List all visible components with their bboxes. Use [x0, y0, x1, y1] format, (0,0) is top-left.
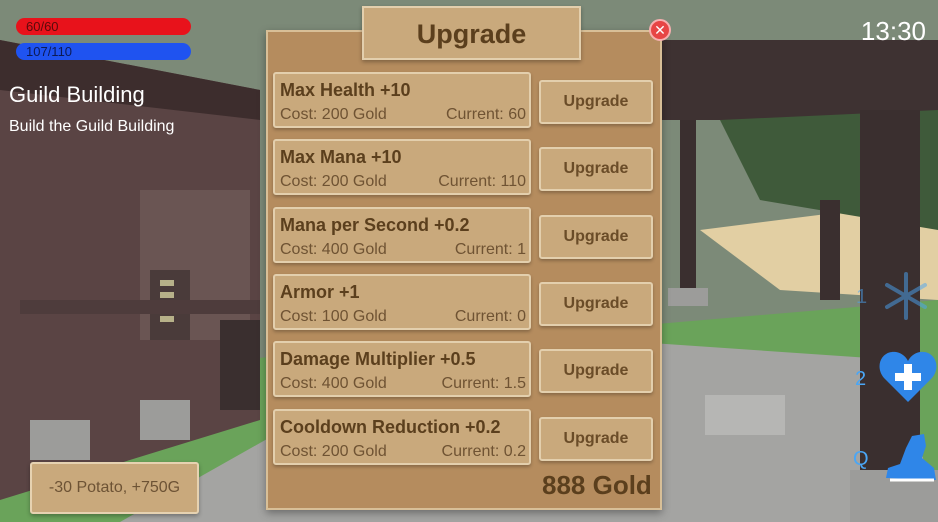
upgrade-current: Current: 1 — [454, 241, 526, 258]
upgrade-button-armor[interactable]: Upgrade — [539, 282, 653, 326]
upgrade-button-cooldown-reduction[interactable]: Upgrade — [539, 417, 653, 461]
upgrade-card: Damage Multiplier +0.5 Cost: 400 Gold Cu… — [273, 341, 531, 397]
upgrade-current: Current: 0.2 — [441, 443, 526, 460]
upgrade-button-mana-per-second[interactable]: Upgrade — [539, 215, 653, 259]
game-clock: 13:30 — [860, 16, 926, 46]
upgrade-cost: Cost: 400 Gold — [280, 375, 387, 392]
upgrade-current: Current: 1.5 — [441, 375, 526, 392]
upgrade-name: Max Health +10 — [280, 80, 411, 100]
heal-heart-icon[interactable] — [878, 348, 938, 406]
upgrade-card: Armor +1 Cost: 100 Gold Current: 0 — [273, 274, 531, 330]
snowflake-icon[interactable] — [880, 270, 932, 322]
upgrade-row-cooldown-reduction: Cooldown Reduction +0.2 Cost: 200 Gold C… — [273, 409, 658, 467]
upgrade-row-armor: Armor +1 Cost: 100 Gold Current: 0 Upgra… — [273, 274, 658, 332]
upgrade-name: Armor +1 — [280, 282, 360, 302]
upgrade-name: Damage Multiplier +0.5 — [280, 349, 476, 369]
upgrade-button-max-mana[interactable]: Upgrade — [539, 147, 653, 191]
upgrade-row-damage-multiplier: Damage Multiplier +0.5 Cost: 400 Gold Cu… — [273, 341, 658, 399]
upgrade-card: Cooldown Reduction +0.2 Cost: 200 Gold C… — [273, 409, 531, 465]
upgrade-cost: Cost: 200 Gold — [280, 443, 387, 460]
upgrade-current: Current: 0 — [454, 308, 526, 325]
upgrade-card: Max Health +10 Cost: 200 Gold Current: 6… — [273, 72, 531, 128]
upgrade-row-max-health: Max Health +10 Cost: 200 Gold Current: 6… — [273, 72, 658, 130]
upgrade-cost: Cost: 200 Gold — [280, 106, 387, 123]
quest-title: Guild Building — [9, 82, 145, 107]
upgrade-card: Max Mana +10 Cost: 200 Gold Current: 110 — [273, 139, 531, 195]
mana-text: 107/110 — [26, 44, 73, 59]
upgrade-button-damage-multiplier[interactable]: Upgrade — [539, 349, 653, 393]
upgrade-row-mana-per-second: Mana per Second +0.2 Cost: 400 Gold Curr… — [273, 207, 658, 265]
mana-bar: 107/110 — [16, 43, 191, 60]
health-text: 60/60 — [26, 19, 59, 34]
upgrade-row-max-mana: Max Mana +10 Cost: 200 Gold Current: 110… — [273, 139, 658, 197]
quest-description: Build the Guild Building — [9, 118, 175, 135]
upgrade-cost: Cost: 100 Gold — [280, 308, 387, 325]
upgrade-name: Cooldown Reduction +0.2 — [280, 417, 501, 437]
panel-title: Upgrade — [362, 6, 581, 60]
upgrade-cost: Cost: 400 Gold — [280, 241, 387, 258]
upgrade-button-max-health[interactable]: Upgrade — [539, 80, 653, 124]
upgrade-name: Mana per Second +0.2 — [280, 215, 470, 235]
upgrade-current: Current: 110 — [438, 173, 526, 190]
upgrade-current: Current: 60 — [445, 106, 526, 123]
close-icon[interactable]: ✕ — [649, 19, 671, 41]
upgrade-card: Mana per Second +0.2 Cost: 400 Gold Curr… — [273, 207, 531, 263]
gold-counter: 888 Gold — [542, 470, 652, 500]
skill-key-1: 1 — [856, 286, 868, 308]
reward-notification: -30 Potato, +750G — [30, 462, 199, 514]
upgrade-cost: Cost: 200 Gold — [280, 173, 387, 190]
health-bar: 60/60 — [16, 18, 191, 35]
dash-boot-icon[interactable] — [878, 428, 938, 488]
skill-key-2: 2 — [855, 368, 867, 390]
skill-key-q: Q — [853, 448, 869, 470]
upgrade-name: Max Mana +10 — [280, 147, 402, 167]
